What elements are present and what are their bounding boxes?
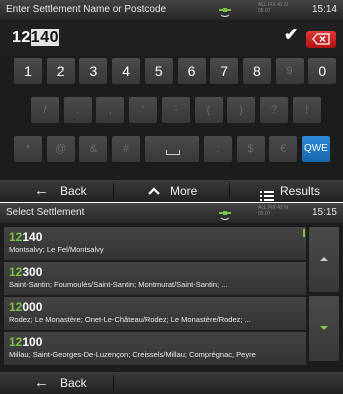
key--[interactable]: - <box>161 97 190 123</box>
bottom-bar: ← Back More Results (60) <box>0 180 343 202</box>
key-![interactable]: ! <box>292 97 321 123</box>
screen-title: Enter Settlement Name or Postcode <box>6 4 167 15</box>
key-:[interactable]: : <box>203 136 232 162</box>
input-typed-text: 12 <box>12 29 31 46</box>
back-label: Back <box>60 184 87 198</box>
list-item[interactable]: 12300 Saint-Santin; Foumoulès/Saint-Sant… <box>4 262 306 295</box>
backspace-button[interactable] <box>306 31 336 48</box>
input-autocomplete-selection: 140 <box>30 29 59 46</box>
key-@[interactable]: @ <box>46 136 75 162</box>
gps-status-text: ALL FIX 42 N 05 07 <box>258 205 288 217</box>
more-button[interactable]: More <box>114 180 228 202</box>
key-/[interactable]: / <box>31 97 59 123</box>
postcode-match: 12 <box>9 265 23 279</box>
key-5[interactable]: 5 <box>144 58 173 84</box>
key-€[interactable]: € <box>269 136 298 162</box>
back-arrow-icon: ← <box>34 374 49 391</box>
list-scrollbar <box>309 227 339 361</box>
confirm-check-icon[interactable]: ✔ <box>284 25 298 45</box>
chevron-up-icon <box>320 257 328 261</box>
postcode-match: 12 <box>9 300 23 314</box>
back-arrow-icon: ← <box>34 182 49 199</box>
divider <box>113 375 114 391</box>
key-3[interactable]: 3 <box>79 58 108 84</box>
key-1[interactable]: 1 <box>14 58 42 84</box>
backspace-icon <box>312 33 330 45</box>
results-label: Results (60) <box>280 184 321 198</box>
scroll-up-button[interactable] <box>309 227 339 292</box>
bottom-bar: ← Back <box>0 372 343 394</box>
key-9[interactable]: 9 <box>275 58 304 84</box>
scroll-position-indicator <box>303 229 305 237</box>
key-2[interactable]: 2 <box>46 58 75 84</box>
postcode: 12000 <box>9 300 42 314</box>
key-.[interactable]: . <box>63 97 92 123</box>
key-*[interactable]: * <box>14 136 42 162</box>
settlement-names: Millau; Saint-Georges-De-Luzençon; Creis… <box>9 350 256 359</box>
postcode-input-text[interactable]: 12140 <box>12 29 59 47</box>
back-button[interactable]: ← Back <box>0 372 112 394</box>
more-label: More <box>170 184 198 198</box>
list-item[interactable]: 12100 Millau; Saint-Georges-De-Luzençon;… <box>4 332 306 365</box>
list-icon <box>260 186 274 202</box>
key-#[interactable]: # <box>112 136 141 162</box>
back-button[interactable]: ← Back <box>0 180 112 202</box>
key-0[interactable]: 0 <box>308 58 337 84</box>
list-item[interactable]: 12000 Rodez; Le Monastère; Onet-Le-Châte… <box>4 297 306 330</box>
settlement-names: Rodez; Le Monastère; Onet-Le-Château/Rod… <box>9 315 251 324</box>
postcode-rest: 300 <box>22 265 43 279</box>
postcode-entry-screen: Enter Settlement Name or Postcode ALL FI… <box>0 0 343 202</box>
key-'[interactable]: ' <box>129 97 158 123</box>
postcode: 12300 <box>9 265 42 279</box>
postcode-match: 12 <box>9 230 23 244</box>
postcode-input-field[interactable]: 12140 ✔ <box>0 20 343 56</box>
postcode-match: 12 <box>9 335 23 349</box>
key-7[interactable]: 7 <box>210 58 239 84</box>
chevron-up-icon <box>147 180 161 202</box>
satellite-icon <box>218 3 232 17</box>
back-label: Back <box>60 376 87 390</box>
key-6[interactable]: 6 <box>177 58 206 84</box>
key-4[interactable]: 4 <box>112 58 141 84</box>
satellite-icon <box>218 206 232 220</box>
screen-title: Select Settlement <box>6 207 85 218</box>
results-button[interactable]: Results (60) <box>230 180 343 202</box>
clock: 15:14 <box>311 4 337 15</box>
postcode-rest: 140 <box>22 230 43 244</box>
key-?[interactable]: ? <box>259 97 288 123</box>
status-bar: Select Settlement ALL FIX 42 N 05 07 15:… <box>0 203 343 223</box>
settlement-names: Saint-Santin; Foumoulès/Saint-Santin; Mo… <box>9 280 228 289</box>
scroll-down-button[interactable] <box>309 296 339 361</box>
select-settlement-screen: Select Settlement ALL FIX 42 N 05 07 15:… <box>0 203 343 394</box>
key-([interactable]: ( <box>194 97 223 123</box>
key-$[interactable]: $ <box>236 136 265 162</box>
status-bar: Enter Settlement Name or Postcode ALL FI… <box>0 0 343 20</box>
postcode: 12140 <box>9 230 42 244</box>
list-item[interactable]: 12140 Montsalvy; Le Fel/Montsalvy <box>4 227 306 260</box>
postcode-rest: 100 <box>22 335 43 349</box>
gps-status-text: ALL FIX 42 N 05 07 <box>258 2 288 14</box>
clock: 15:15 <box>311 207 337 218</box>
key-space[interactable] <box>144 136 199 162</box>
postcode-rest: 000 <box>22 300 43 314</box>
key-,[interactable]: , <box>96 97 125 123</box>
chevron-down-icon <box>320 326 328 330</box>
key-8[interactable]: 8 <box>242 58 271 84</box>
key-&[interactable]: & <box>79 136 108 162</box>
postcode: 12100 <box>9 335 42 349</box>
keyboard-layout-button[interactable]: QWE <box>301 136 330 162</box>
settlement-names: Montsalvy; Le Fel/Montsalvy <box>9 245 104 254</box>
key-)[interactable]: ) <box>227 97 256 123</box>
space-icon <box>165 150 180 155</box>
